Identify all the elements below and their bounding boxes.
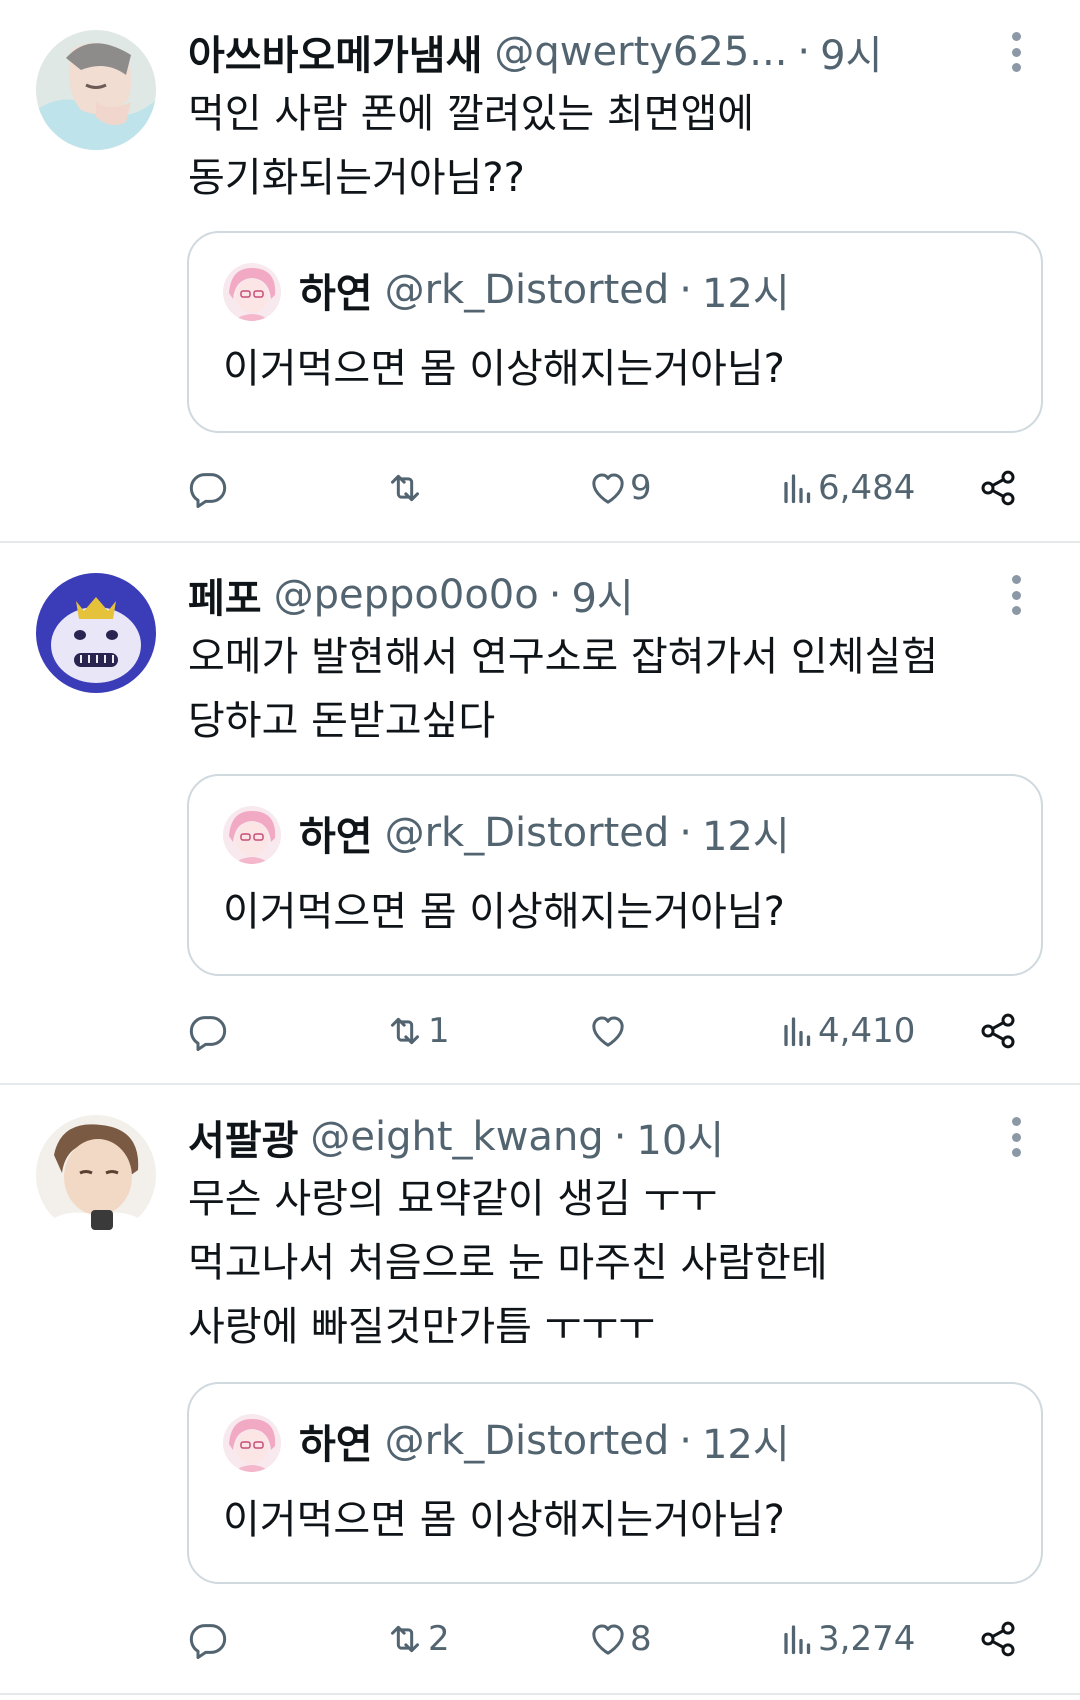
timestamp[interactable]: 9시 [571, 566, 633, 624]
action-bar: 1 4,410 [188, 1001, 1040, 1061]
views-icon [784, 474, 811, 504]
heart-icon [592, 1624, 624, 1655]
quoted-tweet[interactable]: 하연 @rk_Distorted · 12시 이거먹으면 몸 이상해지는거아님? [187, 1382, 1043, 1584]
quoted-author-handle: @rk_Distorted [384, 810, 670, 856]
views-button[interactable]: 3,274 [780, 1609, 915, 1669]
share-icon [981, 1013, 1015, 1049]
reply-icon [189, 1624, 227, 1659]
quoted-timestamp: 12시 [701, 271, 790, 317]
quoted-timestamp: 12시 [701, 814, 790, 860]
share-icon [981, 1621, 1015, 1657]
timestamp[interactable]: 9시 [820, 23, 882, 81]
avatar[interactable] [36, 1115, 156, 1235]
quoted-header: 하연 @rk_Distorted · 12시 [299, 1406, 790, 1476]
quoted-text: 이거먹으면 몸 이상해지는거아님? [223, 889, 785, 935]
quoted-header: 하연 @rk_Distorted · 12시 [299, 798, 790, 868]
retweet-button[interactable] [384, 458, 428, 518]
quoted-author-name: 하연 [299, 814, 373, 860]
separator-dot: · [679, 810, 692, 856]
reply-button[interactable] [188, 458, 230, 518]
reply-feed: 아쓰바오메가냄새 @qwerty625... · 9시 먹인 사람 폰에 깔려있… [0, 0, 1080, 1700]
tweet[interactable]: 서팔광 @eight_kwang · 10시 무슨 사랑의 묘약같이 생김 ㅜㅜ… [0, 1085, 1080, 1695]
share-button[interactable] [978, 458, 1018, 518]
more-options-icon[interactable] [1010, 575, 1022, 615]
reply-button[interactable] [188, 1609, 230, 1669]
timestamp[interactable]: 10시 [636, 1108, 724, 1166]
author-handle[interactable]: @qwerty625... [494, 29, 787, 75]
tweet-text: 무슨 사랑의 묘약같이 생김 ㅜㅜ 먹고나서 처음으로 눈 마주친 사람한테사랑에… [188, 1167, 1020, 1359]
quoted-header: 하연 @rk_Distorted · 12시 [299, 255, 790, 325]
views-icon [784, 1017, 811, 1047]
quoted-author-name: 하연 [299, 271, 373, 317]
quoted-avatar [223, 263, 281, 321]
separator-dot: · [797, 29, 811, 75]
action-bar: 9 6,484 [188, 458, 1040, 518]
share-button[interactable] [978, 1609, 1018, 1669]
separator-dot: · [548, 572, 562, 618]
tweet[interactable]: 페포 @peppo0o0o · 9시 오메가 발현해서 연구소로 잡혀가서 인체… [0, 543, 1080, 1085]
avatar[interactable] [36, 573, 156, 693]
like-count: 8 [630, 1619, 652, 1659]
quoted-author-name: 하연 [299, 1422, 373, 1468]
more-options-icon[interactable] [1010, 1117, 1022, 1157]
author-handle[interactable]: @peppo0o0o [274, 572, 539, 618]
tweet-text-line: 무슨 사랑의 묘약같이 생김 ㅜㅜ [188, 1176, 718, 1222]
like-button[interactable]: 8 [588, 1609, 652, 1669]
tweet-text-line: 동기화되는거아님?? [188, 155, 525, 201]
share-button[interactable] [978, 1001, 1018, 1061]
author-name[interactable]: 아쓰바오메가냄새 [188, 23, 482, 81]
author-handle[interactable]: @eight_kwang [310, 1114, 603, 1160]
tweet-text-line: 먹고나서 처음으로 눈 마주친 사람한테 [188, 1240, 828, 1286]
tweet-text-line: 오메가 발현해서 연구소로 잡혀가서 인체실험 [188, 634, 939, 680]
separator-dot: · [613, 1114, 627, 1160]
retweet-icon [391, 474, 419, 502]
reply-icon [189, 473, 227, 508]
separator-dot: · [679, 1418, 692, 1464]
like-button[interactable]: 9 [588, 458, 652, 518]
retweet-button[interactable]: 2 [384, 1609, 450, 1669]
retweet-count: 2 [428, 1619, 450, 1659]
like-count: 9 [630, 468, 652, 508]
retweet-count: 1 [428, 1011, 450, 1051]
quoted-avatar [223, 806, 281, 864]
avatar[interactable] [36, 30, 156, 150]
tweet-text: 먹인 사람 폰에 깔려있는 최면앱에동기화되는거아님?? [188, 82, 1020, 210]
quoted-tweet[interactable]: 하연 @rk_Distorted · 12시 이거먹으면 몸 이상해지는거아님? [187, 231, 1043, 433]
heart-icon [592, 473, 624, 504]
reply-icon [189, 1016, 227, 1051]
separator-dot: · [679, 267, 692, 313]
author-name[interactable]: 페포 [188, 566, 262, 624]
tweet-text: 오메가 발현해서 연구소로 잡혀가서 인체실험당하고 돈받고싶다 [188, 625, 1020, 753]
retweet-icon [391, 1625, 419, 1653]
view-count: 3,274 [818, 1619, 916, 1659]
heart-icon [592, 1016, 624, 1047]
share-icon [981, 470, 1015, 506]
tweet-header: 아쓰바오메가냄새 @qwerty625... · 9시 [188, 20, 980, 84]
reply-button[interactable] [188, 1001, 230, 1061]
quoted-avatar [223, 1414, 281, 1472]
tweet-header: 서팔광 @eight_kwang · 10시 [188, 1105, 980, 1169]
tweet-text-line: 먹인 사람 폰에 깔려있는 최면앱에 [188, 91, 755, 137]
view-count: 6,484 [818, 468, 916, 508]
quoted-tweet[interactable]: 하연 @rk_Distorted · 12시 이거먹으면 몸 이상해지는거아님? [187, 774, 1043, 976]
quoted-text: 이거먹으면 몸 이상해지는거아님? [223, 1497, 785, 1543]
views-button[interactable]: 4,410 [780, 1001, 915, 1061]
quoted-author-handle: @rk_Distorted [384, 1418, 670, 1464]
quoted-timestamp: 12시 [701, 1422, 790, 1468]
tweet-header: 페포 @peppo0o0o · 9시 [188, 563, 980, 627]
views-icon [784, 1625, 811, 1655]
view-count: 4,410 [818, 1011, 916, 1051]
author-name[interactable]: 서팔광 [188, 1108, 298, 1166]
tweet-text-line: 사랑에 빠질것만가틈 ㅜㅜㅜ [188, 1304, 656, 1350]
quoted-text: 이거먹으면 몸 이상해지는거아님? [223, 346, 785, 392]
tweet-text-line: 당하고 돈받고싶다 [188, 698, 496, 744]
tweet[interactable]: 아쓰바오메가냄새 @qwerty625... · 9시 먹인 사람 폰에 깔려있… [0, 0, 1080, 543]
retweet-icon [391, 1017, 419, 1045]
action-bar: 2 8 3,274 [188, 1609, 1040, 1669]
like-button[interactable] [588, 1001, 630, 1061]
views-button[interactable]: 6,484 [780, 458, 915, 518]
quoted-author-handle: @rk_Distorted [384, 267, 670, 313]
more-options-icon[interactable] [1010, 32, 1022, 72]
retweet-button[interactable]: 1 [384, 1001, 450, 1061]
